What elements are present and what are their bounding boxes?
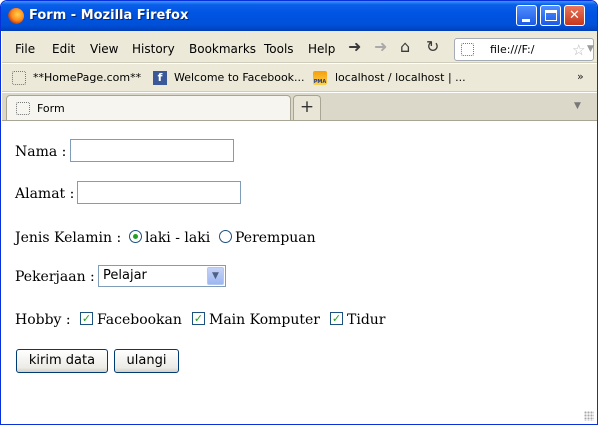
radio-perempuan-label[interactable]: Perempuan	[235, 230, 316, 246]
alamat-label: Alamat :	[15, 186, 75, 202]
url-history-dropdown-icon[interactable]: ▼	[587, 44, 594, 54]
bookmarks-toolbar: **HomePage.com** f Welcome to Facebook..…	[2, 64, 597, 92]
menu-view[interactable]: View	[90, 42, 118, 56]
minimize-button[interactable]	[516, 5, 537, 26]
back-icon[interactable]: ➜	[348, 38, 361, 56]
radio-perempuan[interactable]	[219, 230, 232, 243]
site-identity-icon[interactable]	[461, 43, 474, 56]
bookmarks-overflow-button[interactable]: »	[577, 70, 584, 83]
pekerjaan-label: Pekerjaan :	[15, 269, 95, 285]
pekerjaan-selected-value: Pelajar	[103, 268, 147, 283]
maximize-icon	[545, 10, 557, 21]
new-tab-button[interactable]: +	[293, 95, 321, 120]
checkbox-tidur-label[interactable]: Tidur	[347, 312, 386, 328]
menu-edit[interactable]: Edit	[52, 42, 75, 56]
nama-label: Nama :	[15, 144, 67, 160]
tab-page-icon	[16, 102, 30, 115]
close-icon: ✕	[569, 8, 580, 23]
bookmark-star-icon[interactable]: ☆	[572, 41, 585, 59]
tab-strip: Form + ▼	[2, 93, 597, 121]
close-button[interactable]: ✕	[564, 5, 585, 26]
jenis-kelamin-label: Jenis Kelamin :	[15, 230, 122, 246]
kirim-data-button[interactable]: kirim data	[16, 349, 108, 373]
checkbox-tidur[interactable]: ✓	[330, 312, 343, 325]
browser-window: Form - Mozilla Firefox ✕ File Edit View …	[0, 0, 598, 425]
firefox-icon	[8, 8, 24, 24]
radio-laki-laki[interactable]	[129, 230, 142, 243]
chevron-down-icon[interactable]: ▼	[207, 267, 224, 285]
nama-input[interactable]	[70, 139, 234, 162]
checkbox-main-komputer[interactable]: ✓	[192, 312, 205, 325]
ulangi-button[interactable]: ulangi	[114, 349, 179, 373]
home-icon[interactable]: ⌂	[400, 38, 410, 56]
menu-file[interactable]: File	[15, 42, 35, 56]
url-text[interactable]: file:///F:/	[490, 43, 534, 56]
bookmark-localhost[interactable]: localhost / localhost | ...	[335, 71, 466, 84]
facebook-icon: f	[153, 71, 167, 85]
radio-laki-laki-label[interactable]: laki - laki	[145, 230, 210, 246]
reload-icon[interactable]: ↻	[426, 38, 439, 56]
menu-tools[interactable]: Tools	[264, 42, 294, 56]
resize-grip-icon[interactable]	[584, 411, 594, 421]
radio-selected-dot	[133, 234, 138, 239]
menu-bookmarks[interactable]: Bookmarks	[189, 42, 256, 56]
tab-form[interactable]: Form	[6, 95, 291, 120]
pekerjaan-select[interactable]: Pelajar ▼	[98, 265, 226, 287]
alamat-input[interactable]	[77, 181, 241, 204]
hobby-label: Hobby :	[15, 312, 71, 328]
url-bar[interactable]: file:///F:/ ☆ ▼	[454, 38, 594, 61]
window-title: Form - Mozilla Firefox	[29, 8, 189, 23]
page-icon	[12, 71, 26, 85]
bookmark-facebook[interactable]: Welcome to Facebook...	[174, 71, 305, 84]
checkbox-facebookan[interactable]: ✓	[80, 312, 93, 325]
minimize-icon	[522, 19, 530, 22]
menu-help[interactable]: Help	[308, 42, 335, 56]
list-all-tabs-icon[interactable]: ▼	[574, 101, 581, 111]
tab-label: Form	[37, 102, 65, 115]
menu-history[interactable]: History	[132, 42, 175, 56]
bookmark-homepage[interactable]: **HomePage.com**	[33, 71, 141, 84]
forward-icon[interactable]: ➜	[374, 38, 387, 56]
checkbox-main-komputer-label[interactable]: Main Komputer	[209, 312, 320, 328]
maximize-button[interactable]	[540, 5, 561, 26]
phpmyadmin-icon: PMA	[313, 71, 327, 85]
checkbox-facebookan-label[interactable]: Facebookan	[97, 312, 182, 328]
page-content: Nama : Alamat : Jenis Kelamin : laki - l…	[2, 122, 597, 424]
title-bar: Form - Mozilla Firefox ✕	[1, 1, 597, 31]
